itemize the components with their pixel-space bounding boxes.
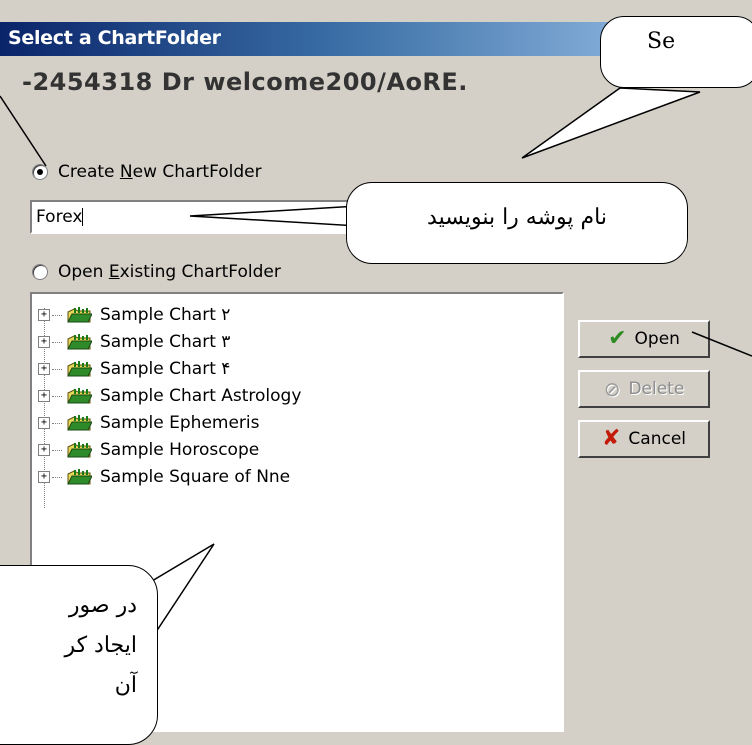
callout-bottom-line2: ایجاد کر — [64, 633, 137, 658]
callout-top-right: Se — [600, 16, 752, 88]
callout-bottom-line1: در صور — [68, 593, 137, 618]
callout-folder-name-text: نام پوشه را بنویسید — [427, 205, 607, 230]
callout-bottom-line3: آن — [114, 673, 137, 698]
callout-top-right-text: Se — [647, 29, 676, 54]
callout-folder-name-hint: نام پوشه را بنویسید — [346, 182, 688, 264]
callout-bottom-left: در صور ایجاد کر آن — [0, 565, 158, 745]
